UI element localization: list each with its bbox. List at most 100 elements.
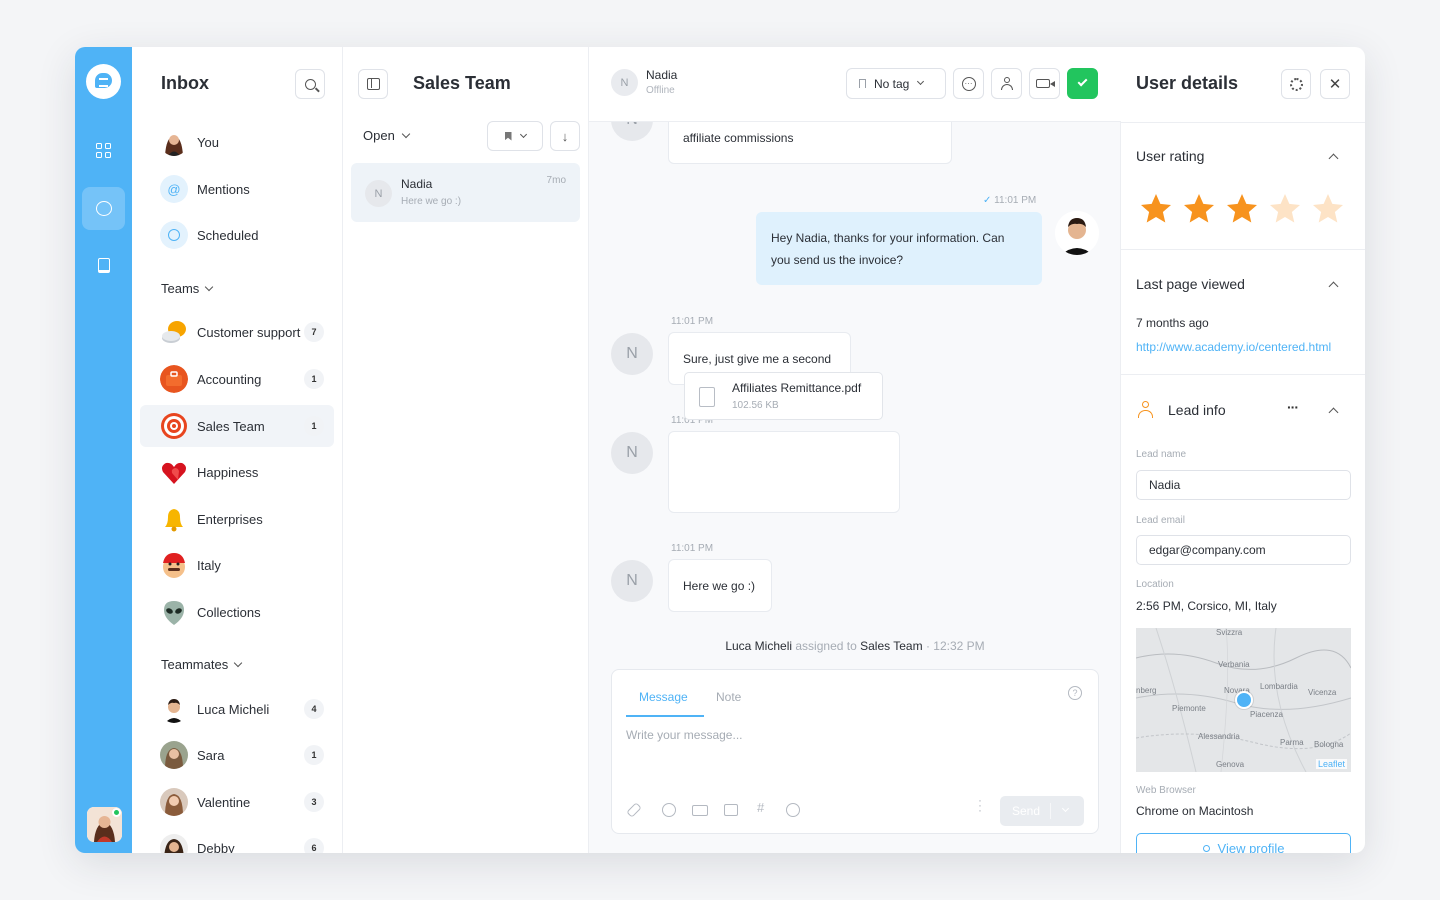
schedule-icon[interactable] xyxy=(786,803,800,817)
user-icon xyxy=(1000,77,1013,90)
send-label: Send xyxy=(1012,804,1041,818)
gif-icon[interactable] xyxy=(692,805,708,816)
view-profile-button[interactable]: View profile xyxy=(1136,833,1351,853)
agent-avatar xyxy=(1055,211,1099,255)
team-item-customer-support[interactable]: Customer support 7 xyxy=(140,311,334,353)
more-vertical-icon[interactable]: · · · xyxy=(978,794,982,816)
video-call-button[interactable] xyxy=(1029,68,1060,99)
teams-heading[interactable]: Teams xyxy=(161,281,214,296)
file-attachment[interactable]: Affiliates Remittance.pdf 102.56 KB xyxy=(684,372,883,420)
map-label: Alessandria xyxy=(1198,732,1240,741)
teams-heading-label: Teams xyxy=(161,281,200,296)
team-item-enterprises[interactable]: Enterprises xyxy=(140,498,334,540)
tag-dropdown[interactable]: No tag xyxy=(846,68,946,99)
star-empty-icon[interactable] xyxy=(1267,191,1303,227)
send-button[interactable]: Send xyxy=(1000,796,1084,826)
app-window: Inbox You @ Mentions Scheduled Teams Cus… xyxy=(75,47,1365,853)
team-item-italy[interactable]: Italy xyxy=(140,544,334,586)
tab-message[interactable]: Message xyxy=(639,690,688,704)
nav-item-you[interactable]: You xyxy=(140,121,334,163)
chevron-down-icon xyxy=(917,77,925,86)
file-name: Affiliates Remittance.pdf xyxy=(732,381,862,395)
assign-user-button[interactable] xyxy=(991,68,1022,99)
teammate-item-luca-micheli[interactable]: Luca Micheli 4 xyxy=(140,688,334,730)
team-item-happiness[interactable]: Happiness xyxy=(140,451,334,493)
resolve-button[interactable] xyxy=(1067,68,1098,99)
teammates-heading[interactable]: Teammates xyxy=(161,657,243,672)
hearts-icon xyxy=(160,458,188,486)
nav-item-scheduled[interactable]: Scheduled xyxy=(140,214,334,256)
nav-item-mentions[interactable]: @ Mentions xyxy=(140,168,334,210)
settings-button[interactable] xyxy=(1281,69,1311,99)
lead-email-field[interactable]: edgar@company.com xyxy=(1136,535,1351,565)
chevron-up-icon[interactable] xyxy=(1328,407,1339,418)
map-attribution[interactable]: Leaflet xyxy=(1315,759,1347,769)
article-icon[interactable] xyxy=(724,804,738,816)
star-filled-icon[interactable] xyxy=(1224,191,1260,227)
contact-name: Nadia xyxy=(646,68,678,82)
more-horizontal-icon[interactable]: ··· xyxy=(1287,399,1299,415)
chevron-down-icon xyxy=(205,282,214,292)
location-map[interactable]: Svizzra Verbania Novara Lombardia Vicenz… xyxy=(1136,628,1351,772)
last-page-url[interactable]: http://www.academy.io/centered.html xyxy=(1136,340,1331,354)
more-options-button[interactable]: ··· xyxy=(953,68,984,99)
map-label: nberg xyxy=(1136,686,1157,695)
rating-stars[interactable] xyxy=(1138,191,1346,227)
tab-note[interactable]: Note xyxy=(716,690,741,704)
user-details-title: User details xyxy=(1136,73,1239,93)
chevron-up-icon[interactable] xyxy=(1328,153,1339,164)
conversations-icon[interactable] xyxy=(82,187,125,230)
help-icon[interactable]: ? xyxy=(1068,686,1082,700)
sidebar-toggle-icon xyxy=(366,78,380,90)
hashtag-icon[interactable]: # xyxy=(757,800,764,815)
teammate-item-sara[interactable]: Sara 1 xyxy=(140,734,334,776)
message-time: ✓ 11:01 PM xyxy=(983,195,1036,206)
count-badge: 6 xyxy=(304,838,324,853)
avatar xyxy=(160,834,188,853)
status-filter-dropdown[interactable]: Open xyxy=(363,128,411,143)
sort-button[interactable]: ↓ xyxy=(550,121,580,151)
message-input[interactable]: Write your message... xyxy=(626,728,742,742)
bookmark-icon xyxy=(504,131,512,141)
dashboard-icon[interactable] xyxy=(82,129,125,172)
message-composer: Message Note ? Write your message... # ·… xyxy=(611,669,1099,834)
emoji-icon[interactable] xyxy=(662,803,676,817)
avatar xyxy=(160,741,188,769)
view-profile-label: View profile xyxy=(1217,840,1285,854)
map-label: Lombardia xyxy=(1260,682,1298,691)
star-filled-icon[interactable] xyxy=(1138,191,1174,227)
contact-avatar: N xyxy=(611,432,653,474)
user-icon xyxy=(1202,844,1210,852)
teammate-item-label: Debby xyxy=(197,840,235,854)
tag-icon xyxy=(859,79,866,88)
search-button[interactable] xyxy=(295,69,325,99)
message-time: 11:01 PM xyxy=(671,316,714,327)
chevron-up-icon[interactable] xyxy=(1328,281,1339,292)
team-item-accounting[interactable]: Accounting 1 xyxy=(140,358,334,400)
teammate-item-debby[interactable]: Debby 6 xyxy=(140,827,334,853)
coins-icon xyxy=(160,318,188,346)
toggle-sidebar-button[interactable] xyxy=(358,69,388,99)
incoming-file-message xyxy=(668,431,900,513)
video-camera-icon xyxy=(1035,79,1055,88)
close-button[interactable]: ✕ xyxy=(1320,69,1350,99)
star-empty-icon[interactable] xyxy=(1310,191,1346,227)
knowledge-base-icon[interactable] xyxy=(82,244,125,287)
app-logo-icon[interactable] xyxy=(86,64,121,99)
browser-label: Web Browser xyxy=(1136,785,1196,796)
star-filled-icon[interactable] xyxy=(1181,191,1217,227)
team-item-label: Happiness xyxy=(197,464,259,480)
lead-name-field[interactable]: Nadia xyxy=(1136,470,1351,500)
attachment-icon[interactable] xyxy=(626,802,642,818)
conversation-item[interactable]: N Nadia Here we go :) 7mo xyxy=(351,163,580,222)
arrow-down-icon: ↓ xyxy=(561,128,569,144)
current-user-avatar[interactable] xyxy=(87,807,122,842)
team-item-collections[interactable]: Collections xyxy=(140,591,334,633)
bookmark-filter-dropdown[interactable] xyxy=(487,121,543,151)
team-item-label: Accounting xyxy=(197,371,262,387)
teammate-item-label: Valentine xyxy=(197,794,251,810)
more-circle-icon: ··· xyxy=(961,76,976,91)
team-item-sales-team[interactable]: Sales Team 1 xyxy=(140,405,334,447)
teammate-item-valentine[interactable]: Valentine 3 xyxy=(140,781,334,823)
chat-header: N Nadia Offline No tag ··· xyxy=(589,47,1121,122)
